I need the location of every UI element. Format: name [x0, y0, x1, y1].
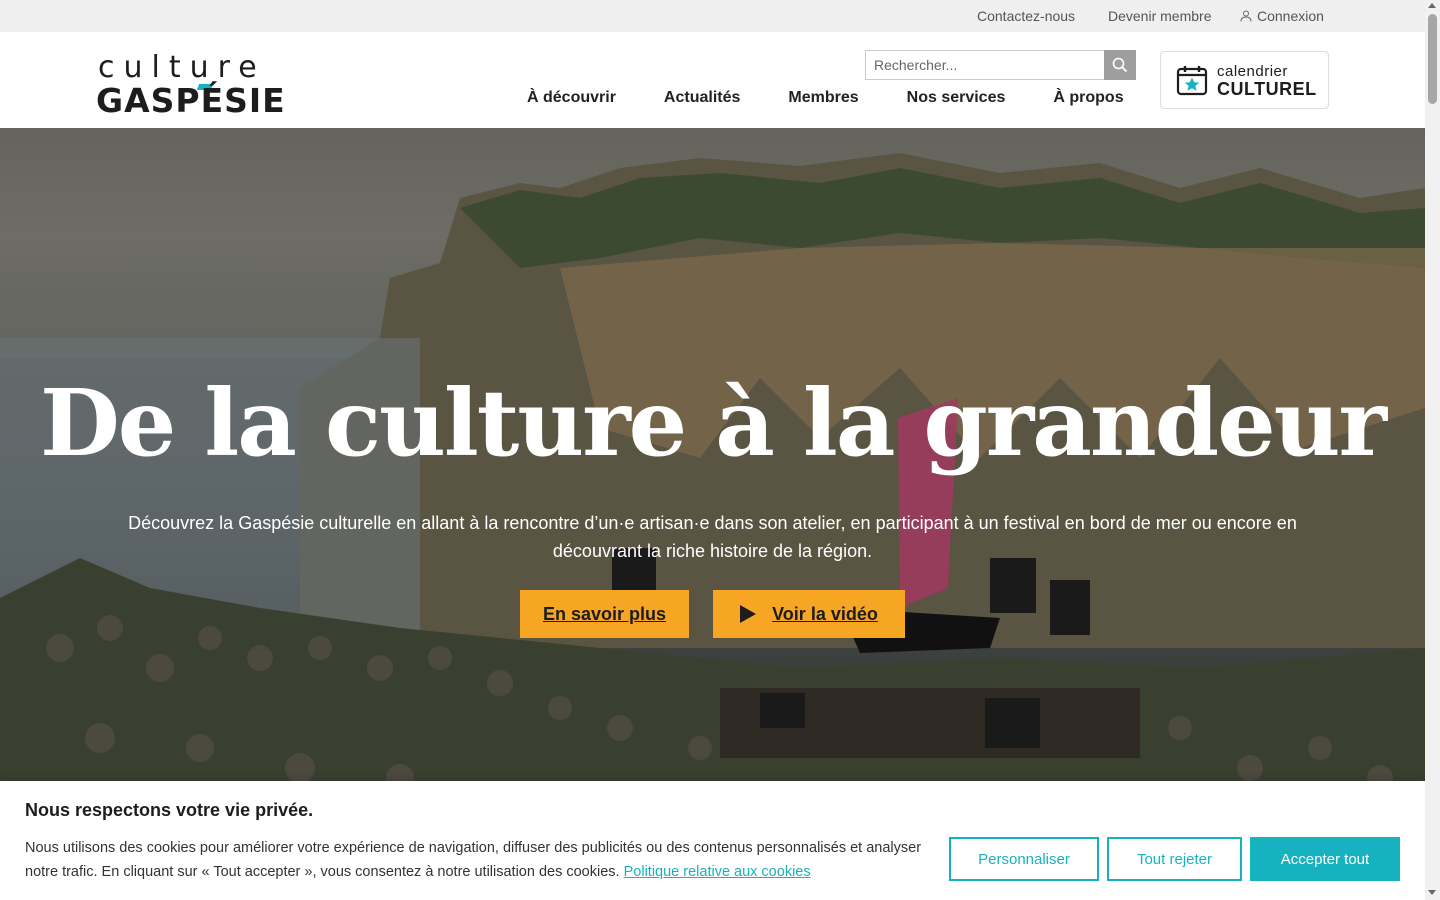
- personalize-button[interactable]: Personnaliser: [949, 837, 1099, 881]
- nav-item-services[interactable]: Nos services: [907, 89, 1006, 107]
- site-header: culture GASPÉSIE À découvrir Actualités …: [0, 32, 1425, 128]
- page-scrollbar[interactable]: [1425, 0, 1440, 900]
- site-logo[interactable]: culture GASPÉSIE: [96, 46, 285, 120]
- user-icon: [1240, 10, 1252, 22]
- search-button[interactable]: [1104, 50, 1136, 80]
- login-link[interactable]: Connexion: [1240, 8, 1324, 24]
- scroll-up-arrow[interactable]: [1428, 3, 1436, 8]
- calendar-label-line2: CULTUREL: [1217, 79, 1317, 99]
- nav-item-members[interactable]: Membres: [788, 89, 858, 107]
- logo-line1: culture: [98, 50, 266, 85]
- contact-link[interactable]: Contactez-nous: [977, 8, 1075, 24]
- cookie-title: Nous respectons votre vie privée.: [25, 800, 314, 820]
- watch-video-label: Voir la vidéo: [772, 603, 878, 624]
- cookie-policy-link[interactable]: Politique relative aux cookies: [624, 864, 811, 880]
- search-input[interactable]: [866, 51, 1105, 79]
- search-icon: [1112, 57, 1128, 73]
- scrollbar-thumb[interactable]: [1428, 14, 1437, 104]
- main-nav: À découvrir Actualités Membres Nos servi…: [527, 89, 1124, 107]
- top-utility-bar: Contactez-nous Devenir membre Connexion: [0, 0, 1425, 32]
- accept-all-button[interactable]: Accepter tout: [1250, 837, 1400, 881]
- login-label: Connexion: [1257, 8, 1324, 24]
- hero-title: De la culture à la grandeur: [40, 369, 1387, 477]
- learn-more-button[interactable]: En savoir plus: [520, 590, 689, 638]
- cookie-text: Nous utilisons des cookies pour améliore…: [25, 836, 925, 884]
- nav-item-news[interactable]: Actualités: [664, 89, 740, 107]
- search-form: [865, 50, 1136, 80]
- scroll-down-arrow[interactable]: [1428, 890, 1436, 895]
- calendar-star-icon: [1176, 66, 1208, 96]
- calendar-label-line1: calendrier: [1217, 63, 1288, 80]
- become-member-link[interactable]: Devenir membre: [1108, 8, 1211, 24]
- cultural-calendar-button[interactable]: calendrier CULTUREL: [1160, 51, 1329, 109]
- cookie-banner: Nous respectons votre vie privée. Nous u…: [0, 781, 1425, 900]
- watch-video-button[interactable]: Voir la vidéo: [713, 590, 905, 638]
- reject-all-button[interactable]: Tout rejeter: [1107, 837, 1242, 881]
- nav-item-about[interactable]: À propos: [1053, 89, 1123, 107]
- play-icon: [740, 605, 757, 623]
- hero-lead: Découvrez la Gaspésie culturelle en alla…: [128, 513, 1297, 561]
- logo-line2: GASPÉSIE: [96, 81, 286, 120]
- nav-item-discover[interactable]: À découvrir: [527, 89, 616, 107]
